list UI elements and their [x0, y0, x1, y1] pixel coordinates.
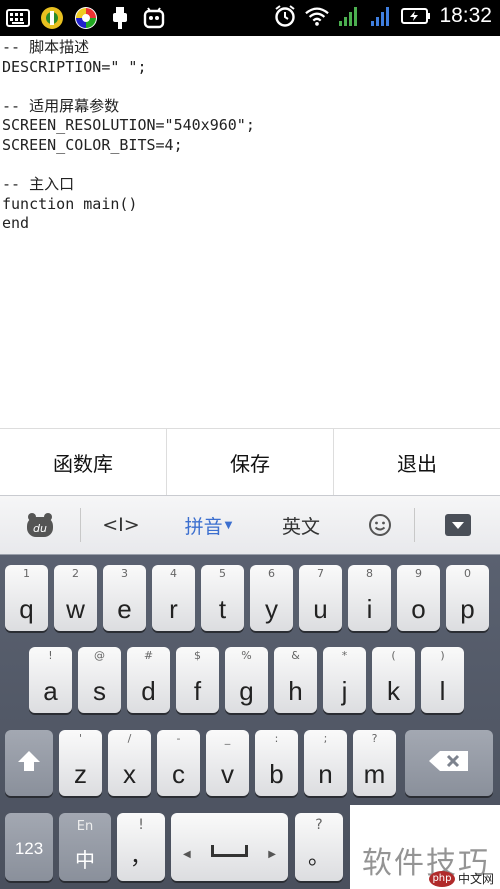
key-s[interactable]: @ s [78, 647, 121, 713]
signal-icon [337, 4, 361, 28]
code-line: -- 适用屏幕参数 [2, 96, 120, 115]
pinyin-label: 拼音 [184, 515, 223, 538]
key-z[interactable]: ' z [59, 730, 102, 796]
exit-button[interactable]: 退出 [334, 429, 500, 495]
watermark-logo-text: 中文网 [457, 872, 494, 886]
space-bar-icon [211, 845, 248, 857]
code-line: end [2, 214, 30, 233]
key-w[interactable]: 2w [54, 565, 97, 631]
robot-icon [142, 6, 166, 30]
key-p[interactable]: 0p [446, 565, 489, 631]
cursor-control-button[interactable]: <I> [81, 495, 161, 555]
dropdown-arrow-icon: ▼ [224, 519, 233, 531]
key-v[interactable]: _ v [206, 730, 249, 796]
key-x[interactable]: / x [108, 730, 151, 796]
key-c[interactable]: -c [157, 730, 200, 796]
key-b[interactable]: :b [255, 730, 298, 796]
battery-charging-icon [401, 4, 431, 28]
key-r[interactable]: 4r [152, 565, 195, 631]
signal-icon [369, 4, 393, 28]
function-library-button[interactable]: 函数库 [0, 429, 167, 495]
english-mode-button[interactable]: 英文 [256, 495, 346, 555]
code-editor[interactable]: -- 脚本描述 DESCRIPTION=" "; -- 适用屏幕参数 SCREE… [0, 36, 500, 428]
key-f[interactable]: $ f [176, 647, 219, 713]
svg-text:du: du [33, 522, 47, 535]
save-button[interactable]: 保存 [167, 429, 334, 495]
key-e[interactable]: 3e [103, 565, 146, 631]
pinyin-mode-button[interactable]: 拼音 ▼ [161, 495, 256, 555]
code-line: -- 主入口 [2, 175, 75, 194]
language-switch-key[interactable]: En 中 [59, 813, 111, 881]
code-line: SCREEN_RESOLUTION="540x960"; [2, 116, 255, 135]
key-d[interactable]: # d [127, 647, 170, 713]
cursor-right-icon: ▶ [268, 849, 276, 860]
key-q[interactable]: 1q [5, 565, 48, 631]
backspace-key[interactable] [405, 730, 493, 796]
key-u[interactable]: 7u [299, 565, 342, 631]
status-time: 18:32 [439, 4, 492, 27]
usb-icon [108, 6, 132, 30]
code-line: function main() [2, 194, 138, 213]
backspace-icon [405, 750, 493, 776]
key-t[interactable]: 5t [201, 565, 244, 631]
hide-keyboard-icon[interactable] [415, 495, 500, 555]
key-m[interactable]: ? m [353, 730, 396, 796]
wifi-icon [305, 4, 330, 28]
shift-key[interactable] [5, 730, 53, 796]
key-j[interactable]: * j [323, 647, 366, 713]
number-mode-key[interactable]: 123 [5, 813, 53, 881]
status-bar-right: 18:32 [273, 4, 492, 28]
key-a[interactable]: ! a [29, 647, 72, 713]
sync-app-icon [74, 6, 98, 30]
watermark-logo: php 中文网 [428, 870, 494, 887]
code-line: SCREEN_COLOR_BITS=4; [2, 135, 183, 154]
status-bar-left [6, 6, 166, 30]
period-key[interactable]: ? 。 [295, 813, 343, 881]
key-g[interactable]: % g [225, 647, 268, 713]
status-bar: 18:32 [0, 0, 500, 36]
key-h[interactable]: & h [274, 647, 317, 713]
key-l[interactable]: ) l [421, 647, 464, 713]
android-app-icon [40, 6, 64, 30]
key-i[interactable]: 8i [348, 565, 391, 631]
php-logo-badge: php [428, 870, 455, 887]
key-k[interactable]: (k [372, 647, 415, 713]
keyboard-icon [6, 6, 30, 30]
comma-key[interactable]: ! ， [117, 813, 165, 881]
cursor-left-icon: ◀ [183, 849, 191, 860]
shift-icon [5, 748, 53, 778]
ime-toolbar: du <I> 拼音 ▼ 英文 [0, 495, 500, 555]
code-line: -- 脚本描述 [2, 38, 90, 56]
key-y[interactable]: 6y [250, 565, 293, 631]
key-o[interactable]: 9o [397, 565, 440, 631]
code-line: DESCRIPTION=" "; [2, 57, 147, 76]
baidu-ime-logo-icon[interactable]: du [0, 495, 80, 555]
action-bar: 函数库 保存 退出 [0, 428, 500, 495]
key-n[interactable]: ; n [304, 730, 347, 796]
space-key[interactable]: ◀ ▶ [171, 813, 288, 881]
emoji-icon[interactable] [346, 495, 414, 555]
alarm-icon [273, 4, 297, 28]
